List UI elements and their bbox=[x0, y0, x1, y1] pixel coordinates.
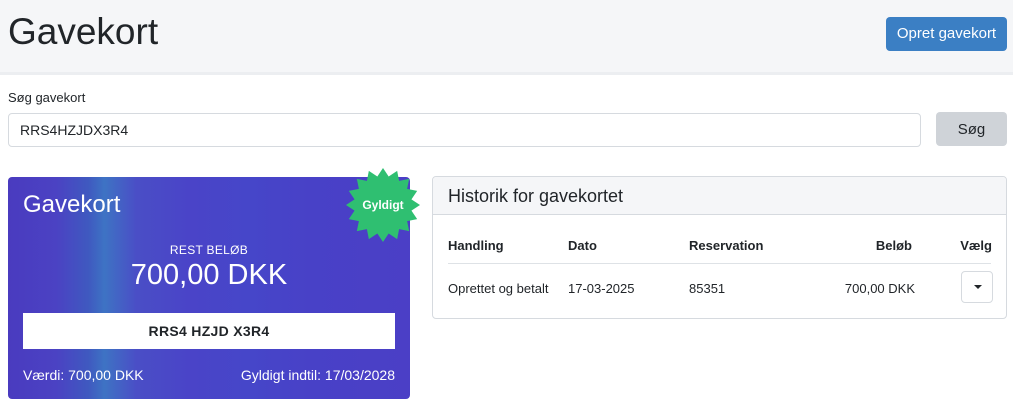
column-header-amount: Beløb bbox=[875, 238, 912, 253]
column-header-date: Dato bbox=[568, 238, 597, 253]
page-header: Gavekort Opret gavekort bbox=[0, 0, 1013, 75]
giftcard-search-input[interactable] bbox=[8, 113, 921, 147]
create-giftcard-button[interactable]: Opret gavekort bbox=[886, 17, 1007, 51]
row-select-dropdown[interactable] bbox=[961, 271, 993, 303]
history-header: Historik for gavekortet bbox=[433, 177, 1006, 215]
column-header-select: Vælg bbox=[960, 238, 992, 253]
row-date: 17-03-2025 bbox=[568, 281, 635, 296]
status-badge: Gyldigt bbox=[345, 167, 421, 243]
row-action: Oprettet og betalt bbox=[448, 281, 549, 296]
giftcard-valid-until: Gyldigt indtil: 17/03/2028 bbox=[240, 367, 395, 383]
search-label: Søg gavekort bbox=[8, 90, 86, 105]
giftcard-value: Værdi: 700,00 DKK bbox=[23, 367, 144, 383]
column-header-reservation: Reservation bbox=[689, 238, 764, 253]
history-panel: Historik for gavekortet Handling Dato Re… bbox=[432, 176, 1007, 319]
search-button[interactable]: Søg bbox=[936, 112, 1007, 146]
status-badge-text: Gyldigt bbox=[362, 198, 404, 212]
page-title: Gavekort bbox=[8, 11, 159, 52]
row-amount: 700,00 DKK bbox=[844, 281, 915, 296]
table-header-divider bbox=[448, 263, 991, 264]
row-reservation: 85351 bbox=[689, 281, 726, 296]
column-header-action: Handling bbox=[448, 238, 504, 253]
giftcard-title: Gavekort bbox=[23, 191, 121, 218]
giftcard-code: RRS4 HZJD X3R4 bbox=[23, 313, 395, 349]
rest-amount-value: 700,00 DKK bbox=[130, 259, 288, 291]
caret-down-icon bbox=[974, 285, 982, 289]
history-title: Historik for gavekortet bbox=[448, 186, 624, 206]
rest-amount-label: REST BELØB bbox=[169, 243, 249, 257]
giftcard-display: Gavekort Gyldigt REST BELØB 700,00 DKK R… bbox=[8, 168, 420, 399]
